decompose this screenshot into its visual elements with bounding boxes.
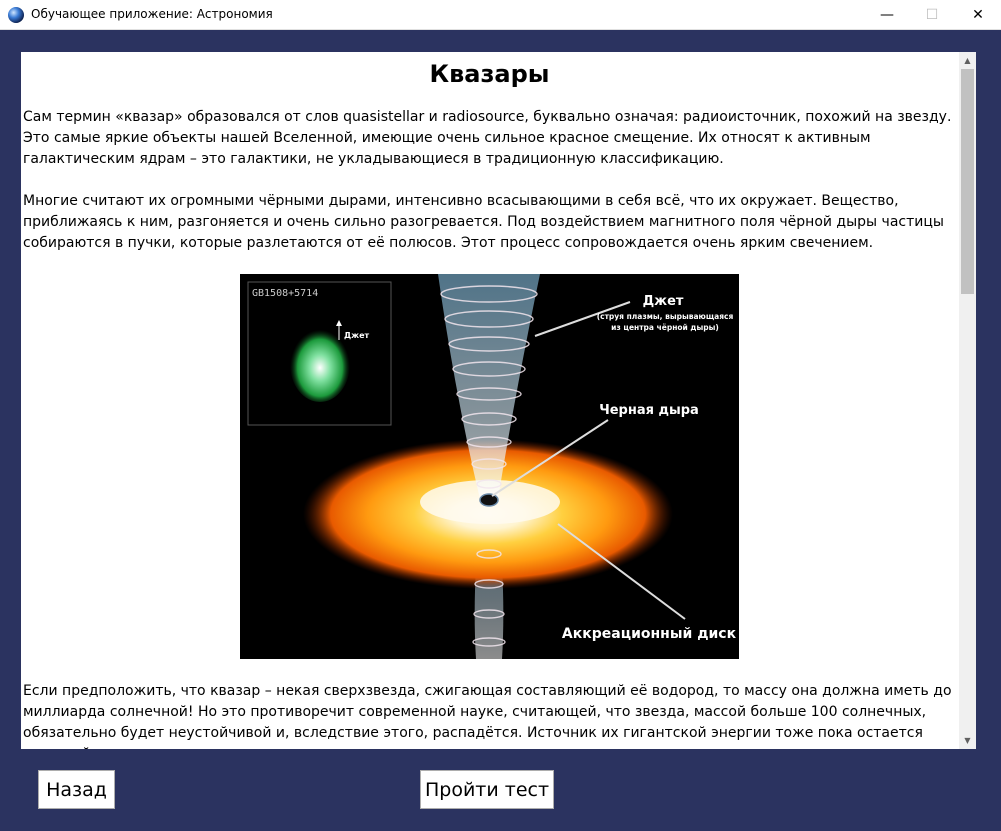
article-heading: Квазары — [429, 60, 550, 88]
jet-sublabel-1: (струя плазмы, вырывающаяся — [597, 312, 734, 321]
minimize-button[interactable]: — — [864, 0, 910, 30]
maximize-button[interactable]: ☐ — [909, 0, 955, 30]
quasar-illustration: GB1508+5714 Джет Джет (струя плазмы, выр… — [240, 274, 739, 659]
back-button[interactable]: Назад — [38, 770, 115, 809]
article-scroll-area[interactable]: Квазары Сам термин «квазар» образовался … — [21, 52, 958, 749]
inset-object-id: GB1508+5714 — [252, 288, 318, 299]
planet-icon — [8, 7, 24, 23]
article-panel: Квазары Сам термин «квазар» образовался … — [21, 52, 976, 749]
title-bar: Обучающее приложение: Астрономия — ☐ ✕ — [0, 0, 1001, 30]
take-test-button[interactable]: Пройти тест — [420, 770, 554, 809]
jet-sublabel-2: из центра чёрной дыры) — [611, 323, 719, 332]
paragraph-2: Многие считают их огромными чёрными дыра… — [23, 193, 944, 251]
window-title: Обучающее приложение: Астрономия — [31, 7, 273, 21]
scroll-down-arrow-icon[interactable]: ▼ — [959, 732, 976, 749]
black-hole-label: Черная дыра — [599, 403, 699, 418]
paragraph-1: Сам термин «квазар» образовался от слов … — [23, 109, 952, 167]
paragraph-3: Если предположить, что квазар – некая св… — [23, 683, 952, 749]
jet-label: Джет — [643, 294, 684, 309]
scrollbar-thumb[interactable] — [961, 69, 974, 294]
accretion-disk-label: Аккреационный диск — [562, 626, 737, 642]
close-button[interactable]: ✕ — [955, 0, 1001, 30]
inset-jet-label: Джет — [344, 331, 370, 340]
vertical-scrollbar[interactable]: ▲ ▼ — [959, 52, 976, 749]
scroll-up-arrow-icon[interactable]: ▲ — [959, 52, 976, 69]
